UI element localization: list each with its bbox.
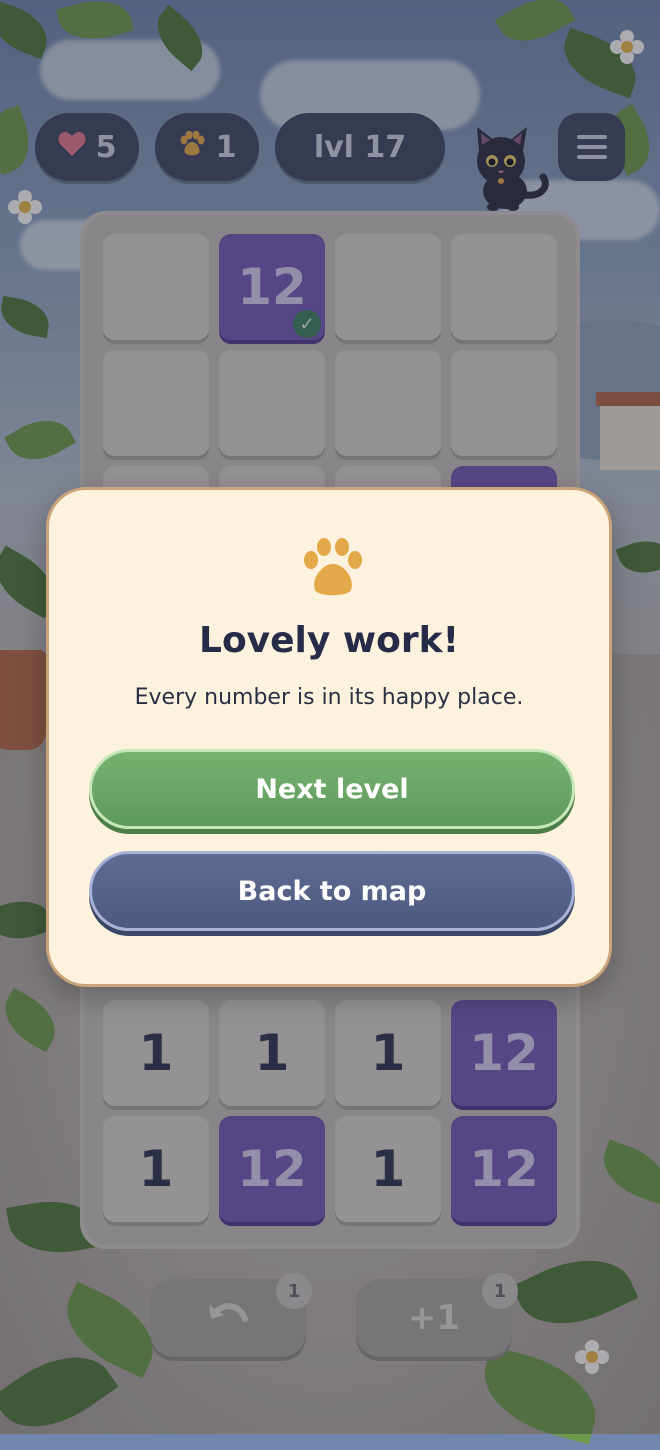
paw-icon: [304, 538, 362, 596]
next-level-button[interactable]: Next level: [89, 749, 575, 829]
dialog-title: Lovely work!: [199, 620, 459, 661]
dialog-subtitle: Every number is in its happy place.: [134, 685, 524, 710]
level-complete-dialog: Lovely work! Every number is in its happ…: [46, 487, 612, 987]
back-to-map-button[interactable]: Back to map: [89, 851, 575, 931]
